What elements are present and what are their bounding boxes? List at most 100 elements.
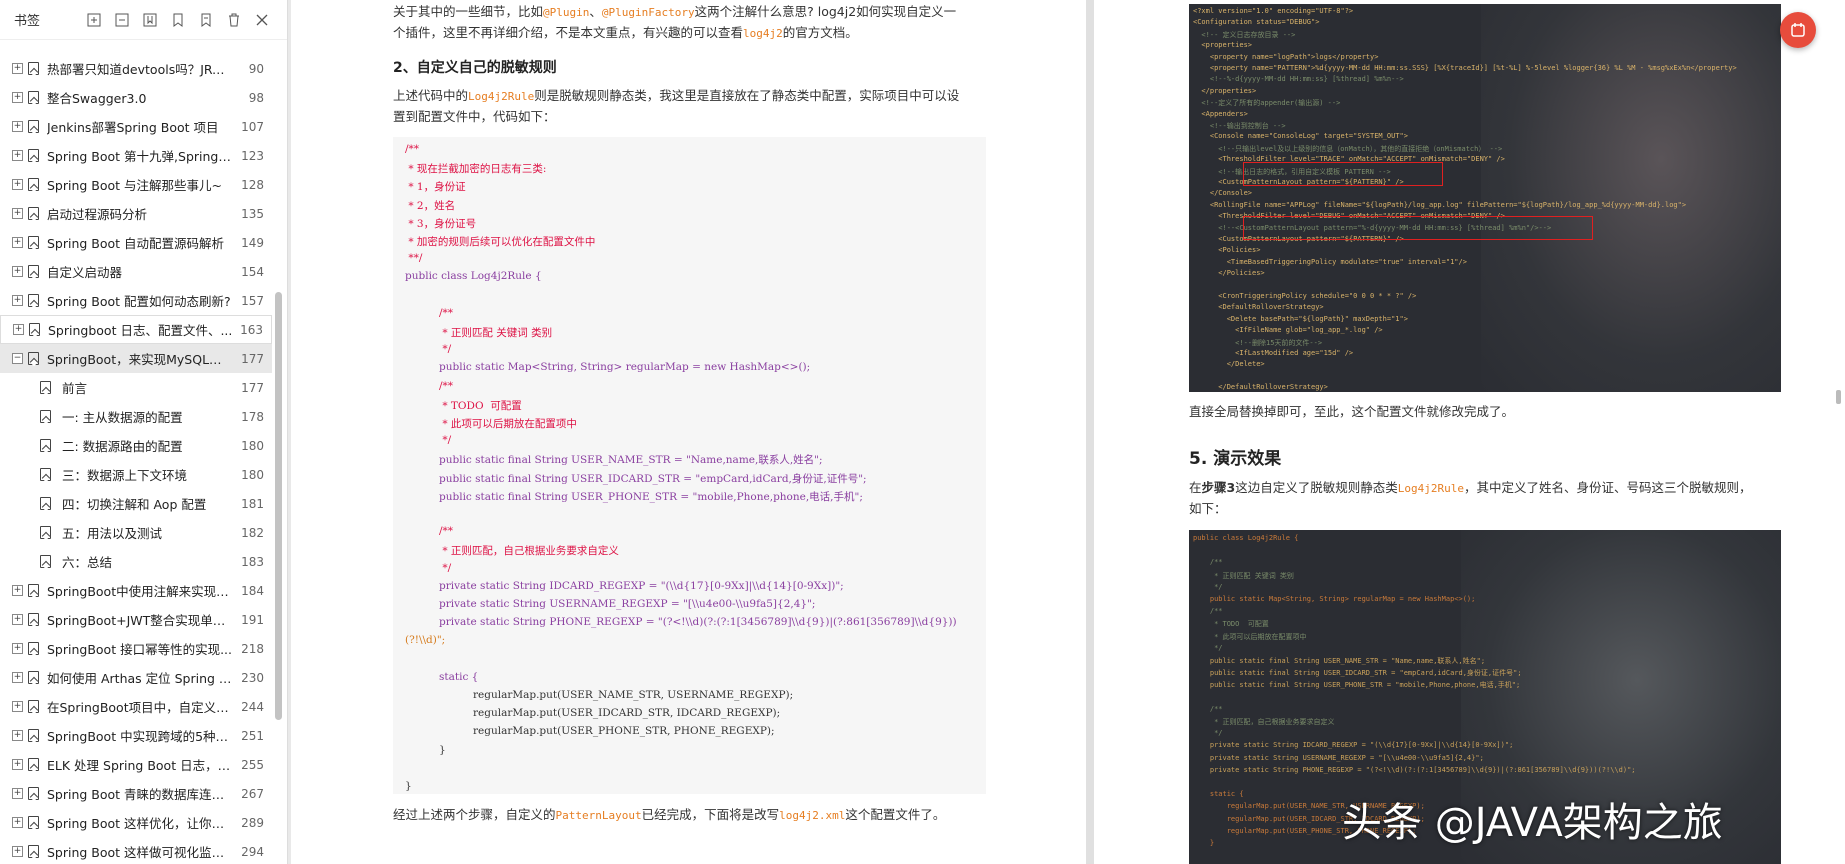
expand-icon[interactable]: + [13,324,24,335]
bookmark-item[interactable]: + Spring Boot 这样做可视化监控... 294 [0,837,272,864]
expand-icon[interactable]: + [12,150,23,161]
expand-icon[interactable]: + [12,730,23,741]
collapse-all-icon[interactable] [111,9,133,31]
code-line: regularMap.put(USER_NAME_STR, USERNAME_R… [473,689,794,701]
bookmark-label: 整合Swagger3.0 [47,91,147,106]
section-heading-5: 5. 演示效果 [1189,449,1282,469]
expand-icon[interactable]: + [12,208,23,219]
bookmark-list: + 热部署只知道devtools吗？JRebe... 90 + 整合Swagger3.0… [0,54,272,864]
bookmark-page-number: 178 [241,409,264,424]
bookmark-item[interactable]: + 如何使用 Arthas 定位 Spring B... 230 [0,663,272,692]
bookmark-item[interactable]: + SpringBoot中使用注解来实现 R... 184 [0,576,272,605]
bookmark-icon [28,91,39,104]
expand-icon[interactable]: + [12,759,23,770]
pdf-reader-window: 书签 + 热部署只知道devtools吗？JRebe... 90 + 整合Swagger… [0,0,1845,864]
bookmark-item[interactable]: + 启动过程源码分析 135 [0,199,272,228]
floating-action-icon[interactable] [1780,12,1816,48]
bookmark-label: SpringBoot 中实现跨域的5种方式 [47,729,232,744]
java-line: * 正则匹配 关键词 类别 [1193,571,1294,580]
bookmark-label: Spring Boot 与注解那些事儿~ [47,178,223,193]
bookmark-item[interactable]: 前言 177 [0,373,272,402]
expand-icon[interactable]: + [12,643,23,654]
bookmark-page-number: 177 [241,351,264,366]
bookmark-item[interactable]: + Spring Boot 与注解那些事儿~ 128 [0,170,272,199]
xml-line: <properties> [1193,41,1253,50]
expand-icon[interactable]: + [12,63,23,74]
bookmark-outline-icon[interactable] [195,9,217,31]
code-line: } [405,780,412,792]
bookmark-page-number: 135 [241,206,264,221]
bookmark-item[interactable]: + 在SpringBoot项目中，自定义注... 244 [0,692,272,721]
bookmark-item[interactable]: + Spring Boot 配置如何动态刷新? 157 [0,286,272,315]
java-line: /** [1193,558,1223,567]
collapse-icon[interactable]: − [12,353,23,364]
expand-icon[interactable]: + [12,614,23,625]
add-bookmark-icon[interactable] [139,9,161,31]
bookmark-item[interactable]: + ELK 处理 Spring Boot 日志，妙... 255 [0,750,272,779]
expand-icon[interactable]: + [12,672,23,683]
bookmark-icon [29,323,40,336]
bookmark-icon [28,642,39,655]
close-icon[interactable] [251,9,273,31]
bookmark-icon [28,178,39,191]
expand-icon[interactable]: + [12,846,23,857]
bookmark-item[interactable]: + 整合Swagger3.0 98 [0,83,272,112]
bookmark-item[interactable]: 二: 数据源路由的配置 180 [0,431,272,460]
bookmark-icon [28,294,39,307]
bookmark-item[interactable]: + Spring Boot 第十九弹,Spring B... 123 [0,141,272,170]
bookmark-page-number: 184 [241,583,264,598]
expand-icon[interactable]: + [12,121,23,132]
bookmark-icon [28,236,39,249]
bookmark-item[interactable]: + SpringBoot+JWT整合实现单点... 191 [0,605,272,634]
bookmark-label: Spring Boot 青睐的数据库连接... [47,787,232,802]
bookmark-icon[interactable] [167,9,189,31]
bookmark-item[interactable]: 三：数据源上下文环境 180 [0,460,272,489]
bookmark-icon [40,410,51,423]
expand-icon[interactable]: + [12,701,23,712]
expand-icon[interactable]: + [12,585,23,596]
bookmark-item[interactable]: 一: 主从数据源的配置 178 [0,402,272,431]
bookmark-page-number: 294 [241,844,264,859]
expand-icon[interactable]: + [12,92,23,103]
bookmark-item[interactable]: + Spring Boot 这样优化，让你的... 289 [0,808,272,837]
bookmark-item[interactable]: + Spring Boot 青睐的数据库连接... 267 [0,779,272,808]
bookmark-item[interactable]: + SpringBoot 中实现跨域的5种方式 251 [0,721,272,750]
bookmark-item[interactable]: 四：切换注解和 Aop 配置 181 [0,489,272,518]
sidebar-scrollbar[interactable] [275,292,282,720]
bookmark-page-number: 182 [241,525,264,540]
java-line: /** [1193,704,1223,713]
code-line: regularMap.put(USER_IDCARD_STR, IDCARD_R… [473,707,781,720]
code-line: public static final String USER_NAME_STR… [439,454,823,467]
code-line: public static final String USER_PHONE_ST… [439,490,863,503]
page-gap [1086,0,1094,864]
expand-icon[interactable]: + [12,179,23,190]
java-line: * 正则匹配，自己根据业务要求自定义 [1193,718,1335,726]
bookmark-item[interactable]: + 热部署只知道devtools吗？JRebe... 90 [0,54,272,83]
bookmark-item[interactable]: 六：总结 183 [0,547,272,576]
expand-icon[interactable]: + [12,266,23,277]
background-photo [1481,4,1781,392]
document-scroll-thumb[interactable] [1836,390,1841,404]
expand-icon[interactable]: + [12,237,23,248]
bookmark-item[interactable]: + Springboot 日志、配置文件、... 163 [0,315,272,344]
bookmark-item[interactable]: + Jenkins部署Spring Boot 项目 107 [0,112,272,141]
xml-line: <!--定义了所有的appender(输出源) --> [1193,99,1341,108]
bookmark-icon [40,497,51,510]
bookmark-item[interactable]: + Spring Boot 自动配置源码解析 149 [0,228,272,257]
xml-line: </properties> [1193,86,1257,95]
delete-icon[interactable] [223,9,245,31]
bookmark-item[interactable]: + SpringBoot 接口幂等性的实现... 218 [0,634,272,663]
code-line: public class Log4j2Rule { [405,270,542,283]
expand-icon[interactable]: + [12,788,23,799]
bookmark-icon [40,555,51,568]
bookmark-item[interactable]: + 自定义启动器 154 [0,257,272,286]
code-line: * 2，姓名 [405,199,456,212]
expand-icon[interactable]: + [12,295,23,306]
expand-all-icon[interactable] [83,9,105,31]
bookmark-label: Spring Boot 配置如何动态刷新? [47,294,231,309]
bookmark-item[interactable]: 五：用法以及测试 182 [0,518,272,547]
bookmark-item[interactable]: − SpringBoot，来实现MySQL读... 177 [0,344,272,373]
expand-icon[interactable]: + [12,817,23,828]
document-page-left: 关于其中的一些细节，比如@Plugin、@PluginFactory这两个注解什… [291,0,1086,864]
bookmark-label: 四：切换注解和 Aop 配置 [62,497,207,512]
